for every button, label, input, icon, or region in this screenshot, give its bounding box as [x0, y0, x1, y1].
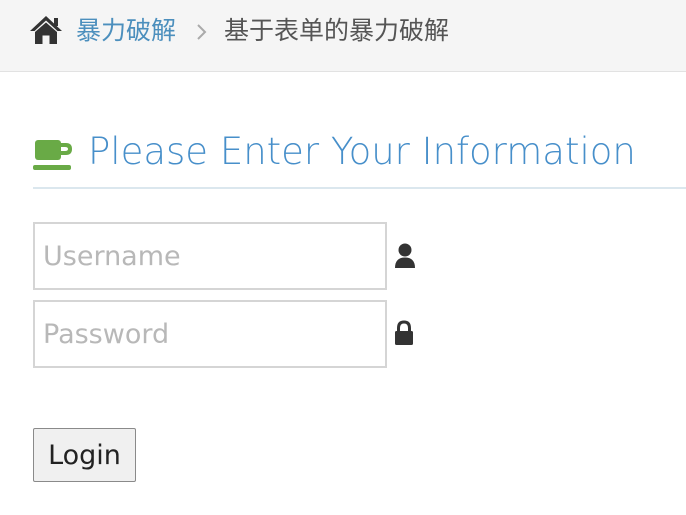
user-icon — [395, 243, 415, 268]
home-icon[interactable] — [28, 14, 64, 46]
chevron-right-icon — [197, 24, 207, 40]
username-input[interactable] — [33, 222, 387, 290]
breadcrumb-bar: 暴力破解 基于表单的暴力破解 — [0, 0, 686, 72]
login-button[interactable]: Login — [33, 428, 136, 482]
lock-icon — [395, 320, 413, 345]
breadcrumb-current: 基于表单的暴力破解 — [224, 16, 450, 45]
page-header: Please Enter Your Information — [33, 126, 686, 189]
coffee-icon — [33, 140, 72, 170]
breadcrumb-link-brute-force[interactable]: 暴力破解 — [76, 14, 176, 48]
page-title: Please Enter Your Information — [88, 130, 636, 173]
password-input[interactable] — [33, 300, 387, 368]
